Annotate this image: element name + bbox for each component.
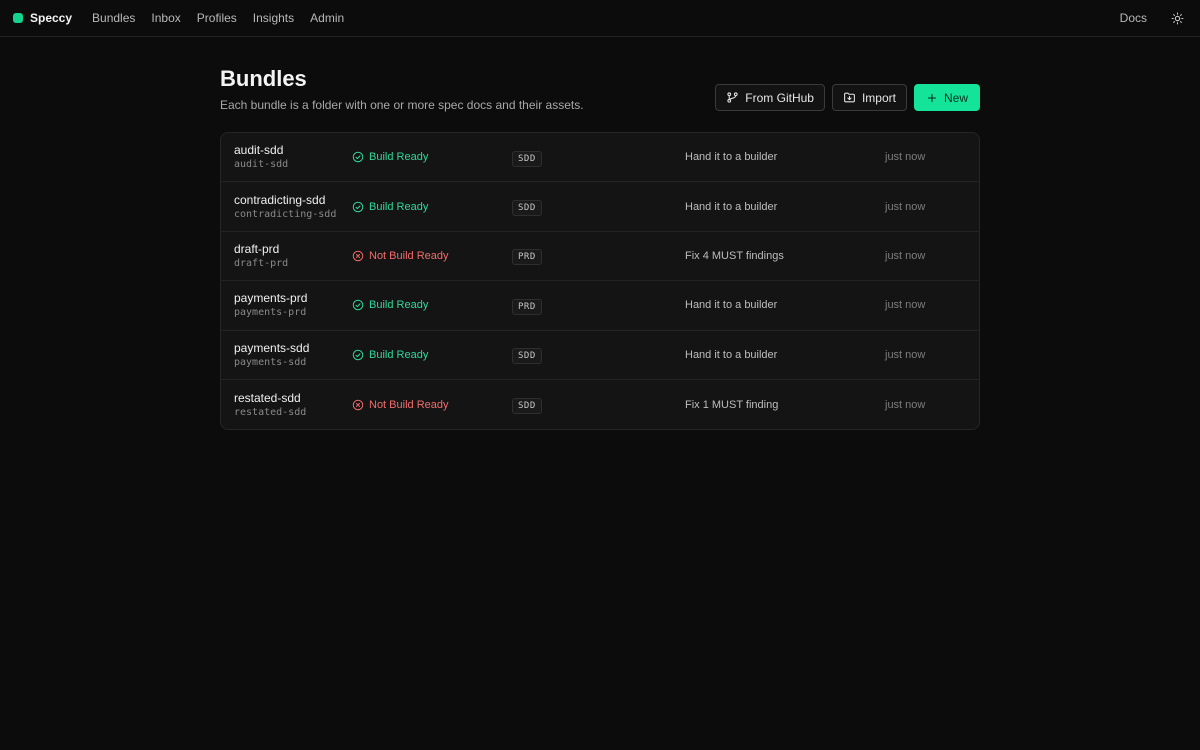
import-label: Import [861, 90, 896, 105]
next-action: Hand it to a builder [685, 151, 778, 164]
doc-type-badge: SDD [512, 348, 542, 365]
page-subtitle: Each bundle is a folder with one or more… [220, 98, 584, 112]
status-label: Build Ready [369, 348, 429, 361]
bundle-row[interactable]: draft-prd draft-prd Not Build Ready PRD Fix … [221, 232, 979, 282]
top-navbar: Speccy Bundles Inbox Profiles Insights A… [0, 0, 1200, 37]
bundle-title[interactable]: payments-prd [234, 291, 352, 305]
from-github-label: From GitHub [745, 90, 814, 105]
updated-time: just now [885, 348, 926, 361]
nav-item-bundles[interactable]: Bundles [92, 11, 135, 25]
check-circle-icon [352, 349, 364, 361]
nav-item-profiles[interactable]: Profiles [197, 11, 237, 25]
status-badge: Build Ready [352, 349, 512, 361]
doc-type-cell: PRD [512, 246, 685, 266]
bundle-name-cell: audit-sdd audit-sdd [234, 143, 352, 171]
plus-icon [927, 93, 937, 102]
updated-time: just now [885, 249, 926, 262]
page-title: Bundles [220, 66, 307, 91]
nav-item-inbox[interactable]: Inbox [151, 11, 180, 25]
status-badge: Build Ready [352, 201, 512, 213]
bundles-table: audit-sdd audit-sdd Build Ready SDD Hand it … [220, 132, 980, 431]
next-action: Fix 1 MUST finding [685, 398, 779, 411]
bundle-name-cell: draft-prd draft-prd [234, 242, 352, 270]
check-circle-icon [352, 299, 364, 311]
bundle-title[interactable]: payments-sdd [234, 341, 352, 355]
new-label: New [943, 90, 968, 105]
folder-import-icon [844, 92, 855, 103]
updated-time: just now [885, 200, 926, 213]
x-circle-icon [352, 399, 364, 411]
sun-icon [1171, 12, 1183, 24]
status-label: Build Ready [369, 200, 429, 213]
bundle-title[interactable]: audit-sdd [234, 143, 352, 157]
status-badge: Build Ready [352, 151, 512, 163]
doc-type-cell: SDD [512, 345, 685, 365]
next-action: Hand it to a builder [685, 348, 778, 361]
doc-type-cell: SDD [512, 197, 685, 217]
nav-item-insights[interactable]: Insights [253, 11, 294, 25]
status-label: Build Ready [369, 151, 429, 164]
doc-type-badge: PRD [512, 298, 542, 315]
bundle-slug: contradicting-sdd [234, 208, 337, 220]
x-circle-icon [352, 250, 364, 262]
bundle-title[interactable]: draft-prd [234, 242, 352, 256]
doc-type-badge: PRD [512, 249, 542, 266]
status-label: Build Ready [369, 299, 429, 312]
bundle-title[interactable]: contradicting-sdd [234, 193, 352, 207]
git-branch-icon [727, 92, 738, 103]
bundle-title[interactable]: restated-sdd [234, 391, 352, 405]
bundle-slug: payments-prd [234, 307, 307, 319]
bundle-slug: draft-prd [234, 257, 289, 269]
from-github-button[interactable]: From GitHub [715, 84, 825, 111]
theme-toggle-button[interactable] [1167, 8, 1187, 28]
doc-type-cell: SDD [512, 395, 685, 415]
doc-type-cell: SDD [512, 148, 685, 167]
import-button[interactable]: Import [831, 84, 907, 111]
status-badge: Build Ready [352, 299, 512, 311]
check-circle-icon [352, 151, 364, 163]
check-circle-icon [352, 201, 364, 213]
next-action: Fix 4 MUST findings [685, 249, 784, 262]
logo-icon [13, 13, 23, 23]
doc-type-badge: SDD [512, 398, 542, 415]
bundle-row[interactable]: audit-sdd audit-sdd Build Ready SDD Hand it … [221, 133, 979, 183]
bundle-name-cell: restated-sdd restated-sdd [234, 391, 352, 419]
bundle-slug: audit-sdd [234, 159, 289, 171]
brand[interactable]: Speccy [13, 11, 72, 25]
bundle-slug: payments-sdd [234, 356, 307, 368]
updated-time: just now [885, 151, 926, 164]
status-badge: Not Build Ready [352, 250, 512, 262]
nav-item-admin[interactable]: Admin [310, 11, 344, 25]
updated-time: just now [885, 398, 926, 411]
doc-type-badge: SDD [512, 200, 542, 217]
new-bundle-button[interactable]: New [913, 84, 980, 111]
doc-type-badge: SDD [512, 150, 542, 167]
bundle-row[interactable]: contradicting-sdd contradicting-sdd Build … [221, 182, 979, 232]
doc-type-cell: PRD [512, 296, 685, 315]
bundle-row[interactable]: payments-prd payments-prd Build Ready PRD Ha… [221, 281, 979, 331]
next-action: Hand it to a builder [685, 299, 778, 312]
app-name: Speccy [30, 11, 73, 25]
page-header: Bundles Each bundle is a folder with one… [220, 66, 980, 112]
status-badge: Not Build Ready [352, 399, 512, 411]
bundle-row[interactable]: restated-sdd restated-sdd Not Build Ready S… [221, 380, 979, 429]
bundle-name-cell: payments-prd payments-prd [234, 291, 352, 319]
status-label: Not Build Ready [369, 398, 449, 411]
main-content: Bundles Each bundle is a folder with one… [220, 37, 980, 431]
bundle-slug: restated-sdd [234, 406, 307, 418]
updated-time: just now [885, 299, 926, 312]
status-label: Not Build Ready [369, 249, 449, 262]
bundle-name-cell: payments-sdd payments-sdd [234, 341, 352, 369]
bundle-row[interactable]: payments-sdd payments-sdd Build Ready SDD Ha… [221, 331, 979, 380]
bundle-name-cell: contradicting-sdd contradicting-sdd [234, 193, 352, 221]
next-action: Hand it to a builder [685, 200, 778, 213]
top-right-actions: Docs [1120, 8, 1187, 28]
docs-link[interactable]: Docs [1120, 11, 1147, 25]
header-actions: From GitHub Import New [715, 84, 980, 111]
main-nav: Bundles Inbox Profiles Insights Admin [92, 11, 344, 25]
